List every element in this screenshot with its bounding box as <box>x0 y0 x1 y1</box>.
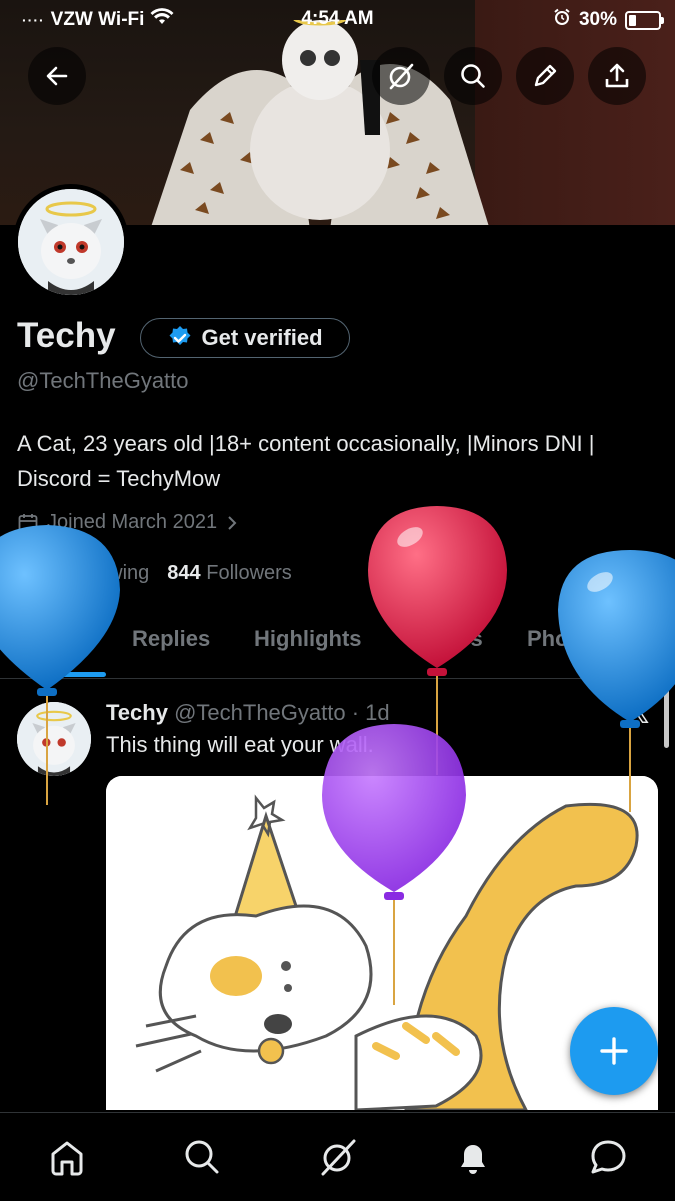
scrollbar[interactable] <box>664 686 669 748</box>
nav-grok[interactable] <box>316 1135 360 1179</box>
tweet-text: This thing will eat your wall. <box>106 732 374 757</box>
share-icon <box>605 63 629 88</box>
edit-button[interactable] <box>516 47 574 105</box>
grok-icon <box>389 63 414 90</box>
search-button[interactable] <box>444 47 502 105</box>
x-logo-icon: 𝕏 <box>626 697 651 730</box>
get-verified-button[interactable]: Get verified <box>140 318 350 358</box>
joined-date[interactable]: Joined March 2021 <box>17 511 239 534</box>
tab-posts[interactable]: Posts <box>32 626 92 652</box>
tab-videos[interactable]: Videos <box>411 626 483 652</box>
tab-replies[interactable]: Replies <box>132 626 210 652</box>
profile-avatar[interactable] <box>13 184 129 300</box>
joined-label: Joined March 2021 <box>47 511 218 533</box>
tweet-age: · 1d <box>351 700 390 725</box>
following-link[interactable]: 1.6K Following <box>17 562 149 585</box>
notifications-icon <box>461 1145 485 1174</box>
grok-icon <box>321 1139 356 1176</box>
status-right: 30% <box>553 8 664 32</box>
chevron-right-icon <box>228 515 237 530</box>
search-icon <box>185 1140 219 1174</box>
following-count: 1.6K <box>17 562 60 584</box>
following-label: Following <box>64 562 150 584</box>
nav-messages[interactable] <box>586 1135 630 1179</box>
battery-icon <box>625 10 664 30</box>
tweet-handle[interactable]: @TechTheGyatto <box>174 700 346 725</box>
followers-count: 844 <box>167 562 201 584</box>
back-arrow-icon <box>46 66 68 86</box>
profile-handle: @TechTheGyatto <box>17 368 189 393</box>
edit-icon <box>534 64 557 87</box>
follow-stats: 1.6K Following 844 Followers <box>17 562 292 585</box>
tweet-avatar[interactable] <box>17 702 91 776</box>
followers-label: Followers <box>206 562 292 584</box>
alarm-icon <box>553 8 571 32</box>
nav-notifications[interactable] <box>451 1135 495 1179</box>
nav-search[interactable] <box>180 1135 224 1179</box>
followers-link[interactable]: 844 Followers <box>167 562 292 585</box>
tab-photos[interactable]: Photos <box>527 626 602 652</box>
grok-button[interactable] <box>372 47 430 105</box>
calendar-icon <box>18 513 38 532</box>
avatar-image <box>18 189 124 295</box>
compose-button[interactable] <box>570 1007 658 1095</box>
messages-icon <box>591 1140 626 1174</box>
status-bar: ···· VZW Wi-Fi 4:54 AM 30% <box>0 0 675 36</box>
active-tab-indicator <box>32 672 106 677</box>
tab-articles[interactable]: Ar <box>645 626 669 652</box>
back-button[interactable] <box>28 47 86 105</box>
verified-badge-icon <box>169 326 191 345</box>
nav-home[interactable] <box>45 1135 89 1179</box>
tab-highlights[interactable]: Highlights <box>254 626 362 652</box>
tweet-author[interactable]: Techy <box>106 700 168 725</box>
tweet-header: Techy @TechTheGyatto · 1d <box>106 700 390 726</box>
search-icon <box>461 64 485 88</box>
profile-name: Techy <box>17 316 116 355</box>
profile-bio: A Cat, 23 years old |18+ content occasio… <box>17 431 595 491</box>
banner-character-image <box>151 20 489 225</box>
battery-percent: 30% <box>578 9 617 30</box>
profile-tabs: Posts Replies Highlights Videos Photos A… <box>0 612 675 679</box>
home-icon <box>51 1141 83 1176</box>
plus-icon <box>600 1037 628 1065</box>
bottom-nav <box>0 1112 675 1201</box>
get-verified-label: Get verified <box>201 325 323 350</box>
share-button[interactable] <box>588 47 646 105</box>
